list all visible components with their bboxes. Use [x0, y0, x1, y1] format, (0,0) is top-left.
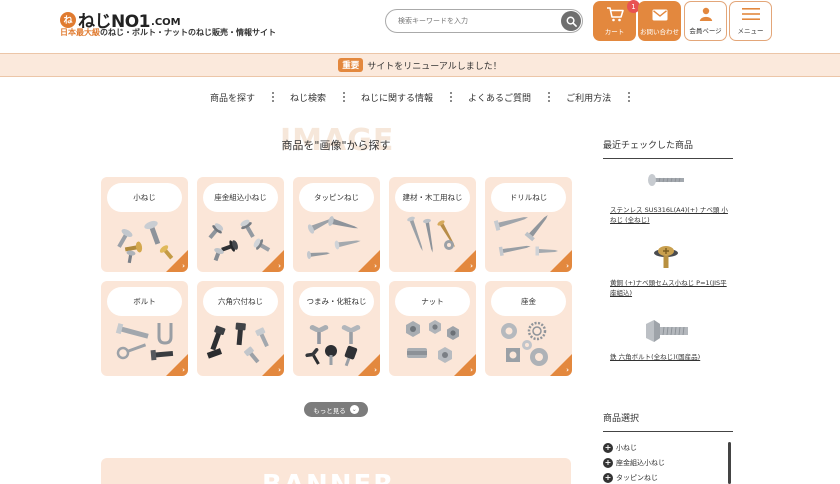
recent-product-item[interactable]: 黄銅 (+)ナベ頭セムス小ねじ P=1(JIS平座組込): [610, 243, 730, 298]
chevron-right-icon: ›: [374, 262, 377, 270]
nav-separator: [449, 92, 452, 102]
category-label: ボルト: [107, 287, 182, 316]
product-select-item[interactable]: + 小ねじ: [603, 440, 729, 455]
notice-text: サイトをリニューアルしました！: [367, 61, 502, 72]
category-label: 六角穴付ねじ: [203, 287, 278, 316]
hamburger-menu-icon: [741, 7, 760, 20]
product-select-item[interactable]: + 座金組込小ねじ: [603, 455, 729, 470]
search-button[interactable]: [561, 11, 581, 31]
category-card-machine-screw[interactable]: 小ねじ ›: [101, 177, 188, 272]
menu-label: メニュー: [737, 27, 764, 35]
chevron-down-icon: ⌄: [349, 405, 359, 414]
product-thumbnail: [646, 320, 688, 342]
search-box: [385, 9, 583, 33]
member-label: 会員ページ: [689, 27, 722, 35]
category-card-washer[interactable]: 座金 ›: [485, 281, 572, 376]
logo-com: .COM: [151, 16, 181, 28]
category-label: ドリルねじ: [491, 183, 566, 212]
chevron-right-icon: ›: [182, 262, 185, 270]
nav-item-how-to-use[interactable]: ご利用方法: [566, 91, 611, 104]
product-select-label: タッピンねじ: [616, 473, 658, 482]
category-card-tapping-screw[interactable]: タッピンねじ ›: [293, 177, 380, 272]
cart-label: カート: [604, 28, 625, 36]
category-label: つまみ・化粧ねじ: [299, 287, 374, 316]
banner-watermark: BANNER: [262, 470, 395, 484]
menu-button[interactable]: メニュー: [729, 1, 772, 41]
cart-icon: [606, 7, 624, 22]
category-card-nut[interactable]: ナット ›: [389, 281, 476, 376]
tagline-text: のねじ・ボルト・ナットのねじ販売・情報サイト: [100, 28, 276, 37]
category-card-wood-screw[interactable]: 建材・木工用ねじ ›: [389, 177, 476, 272]
category-label: 建材・木工用ねじ: [395, 183, 470, 212]
member-button[interactable]: 会員ページ: [684, 1, 727, 41]
product-select-label: 小ねじ: [616, 443, 637, 452]
site-header: ね ねじNO1 .COM 日本最大級のねじ・ボルト・ナットのねじ販売・情報サイト…: [0, 0, 840, 52]
recent-product-link[interactable]: 鉄 六角ボルト(全ねじ)(国産品): [610, 352, 730, 362]
nav-separator: [547, 92, 550, 102]
more-button[interactable]: もっと見る ⌄: [304, 402, 368, 417]
tagline-highlight: 日本最大級: [60, 28, 100, 37]
section-title: 商品を"画像"から探す: [281, 139, 391, 152]
logo-mark-icon: ね: [60, 11, 76, 28]
recent-products-heading: 最近チェックした商品: [603, 138, 733, 159]
product-select-label: 座金組込小ねじ: [616, 458, 665, 467]
category-card-drill-screw[interactable]: ドリルねじ ›: [485, 177, 572, 272]
chevron-right-icon: ›: [566, 366, 569, 374]
product-thumbnail: [648, 174, 684, 186]
product-select-list: + 小ねじ + 座金組込小ねじ + タッピンねじ: [603, 440, 729, 484]
chevron-right-icon: ›: [182, 366, 185, 374]
site-tagline: 日本最大級のねじ・ボルト・ナットのねじ販売・情報サイト: [60, 27, 276, 38]
chevron-right-icon: ›: [470, 262, 473, 270]
contact-button[interactable]: お問い合わせ: [638, 1, 681, 41]
plus-icon: +: [603, 442, 613, 453]
search-icon: [566, 16, 577, 27]
cart-button[interactable]: カート 1: [593, 0, 640, 41]
recent-product-link[interactable]: 黄銅 (+)ナベ頭セムス小ねじ P=1(JIS平座組込): [610, 278, 730, 298]
recent-product-link[interactable]: ステンレス SUS316L(A4)(+) ナベ頭 小ねじ (全ねじ): [610, 205, 730, 225]
product-select-item[interactable]: + タッピンねじ: [603, 470, 729, 484]
more-label: もっと見る: [313, 406, 346, 415]
sidebar-scrollbar[interactable]: [728, 442, 731, 484]
nav-item-search-products[interactable]: 商品を探す: [210, 91, 255, 104]
user-icon: [699, 7, 712, 21]
product-thumbnail: [654, 246, 678, 268]
chevron-right-icon: ›: [566, 262, 569, 270]
nav-separator: [627, 92, 630, 102]
mail-icon: [652, 9, 667, 20]
search-input[interactable]: [398, 10, 548, 32]
category-card-socket-head-screw[interactable]: 六角穴付ねじ ›: [197, 281, 284, 376]
chevron-right-icon: ›: [278, 262, 281, 270]
chevron-right-icon: ›: [470, 366, 473, 374]
chevron-right-icon: ›: [374, 366, 377, 374]
category-card-bolt[interactable]: ボルト ›: [101, 281, 188, 376]
category-card-sems-screw[interactable]: 座金組込小ねじ ›: [197, 177, 284, 272]
recent-product-item[interactable]: ステンレス SUS316L(A4)(+) ナベ頭 小ねじ (全ねじ): [610, 172, 730, 225]
chevron-right-icon: ›: [278, 366, 281, 374]
notice-bar[interactable]: 重要 サイトをリニューアルしました！: [0, 53, 840, 77]
main-nav: 商品を探す ねじ検索 ねじに関する情報 よくあるご質問 ご利用方法: [210, 87, 646, 107]
category-label: 座金組込小ねじ: [203, 183, 278, 212]
nav-item-faq[interactable]: よくあるご質問: [468, 91, 531, 104]
plus-icon: +: [603, 457, 613, 468]
important-badge: 重要: [338, 58, 364, 72]
category-label: タッピンねじ: [299, 183, 374, 212]
plus-icon: +: [603, 472, 613, 483]
nav-separator: [271, 92, 274, 102]
category-label: 小ねじ: [107, 183, 182, 212]
category-card-thumb-screw[interactable]: つまみ・化粧ねじ ›: [293, 281, 380, 376]
nav-separator: [342, 92, 345, 102]
recent-product-item[interactable]: 鉄 六角ボルト(全ねじ)(国産品): [610, 316, 730, 362]
contact-label: お問い合わせ: [640, 28, 679, 36]
category-grid: 小ねじ › 座金組込小ねじ › タッピンねじ › 建材・木工用ねじ › ドリルね…: [101, 177, 572, 376]
nav-item-screw-search[interactable]: ねじ検索: [290, 91, 326, 104]
nav-item-screw-info[interactable]: ねじに関する情報: [361, 91, 433, 104]
category-label: 座金: [491, 287, 566, 316]
category-label: ナット: [395, 287, 470, 316]
product-select-heading: 商品選択: [603, 411, 733, 432]
